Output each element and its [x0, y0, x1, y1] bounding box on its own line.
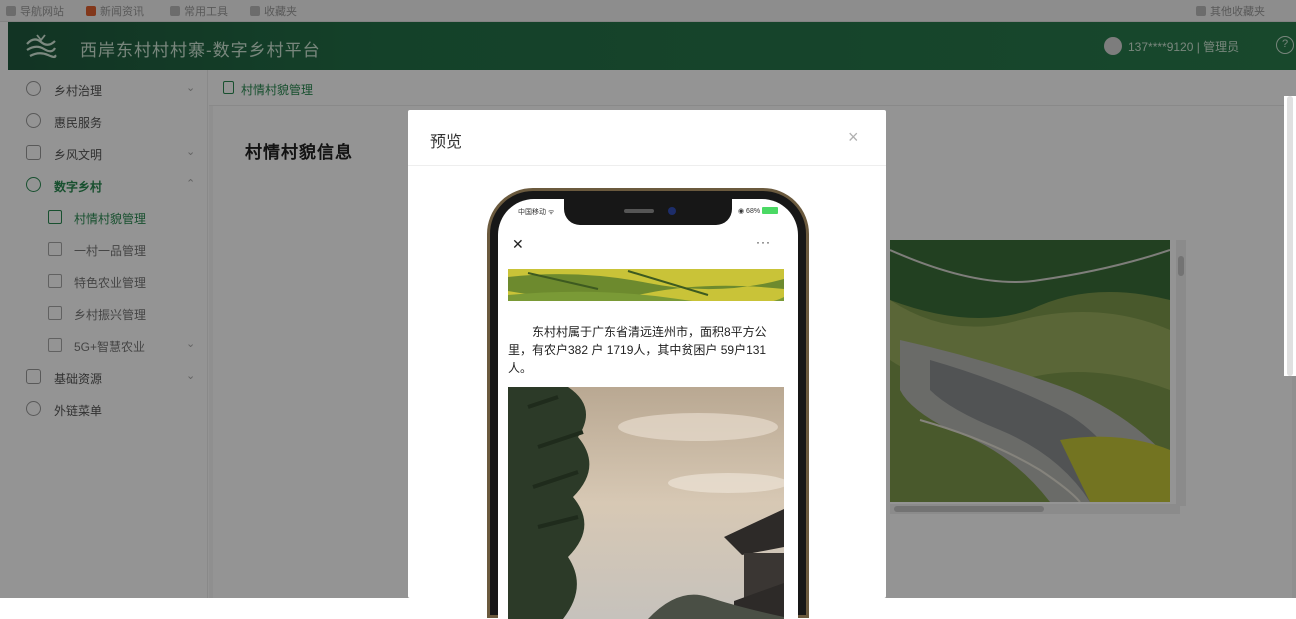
modal-header: 预览 ×: [408, 110, 886, 166]
phone-screen: 中国移动 ᯤ ◉ 68% ✕ ··· 东村村属于广东省清远连州市，面积8平方公里…: [498, 199, 798, 619]
rice-terrace-banner-image: [508, 269, 784, 301]
phone-more-icon[interactable]: ···: [756, 235, 771, 249]
phone-mockup: 中国移动 ᯤ ◉ 68% ✕ ··· 东村村属于广东省清远连州市，面积8平方公里…: [487, 188, 809, 619]
phone-close-icon[interactable]: ✕: [512, 237, 524, 251]
phone-status-carrier: 中国移动 ᯤ: [518, 209, 555, 216]
battery-icon: [762, 207, 779, 214]
modal-title: 预览: [430, 134, 463, 151]
phone-notch: [564, 199, 732, 225]
phone-status-battery: ◉ 68%: [738, 207, 779, 215]
preview-modal: 预览 × 中国移动 ᯤ ◉ 68% ✕ ··· 东村村属于广东省清远连州市，面积…: [408, 110, 886, 619]
pavilion-photo: [508, 387, 784, 619]
close-icon[interactable]: ×: [848, 128, 859, 146]
village-intro-text: 东村村属于广东省清远连州市，面积8平方公里，有农户382 户 1719人，其中贫…: [508, 325, 767, 375]
page-scrollbar[interactable]: [1284, 96, 1296, 376]
